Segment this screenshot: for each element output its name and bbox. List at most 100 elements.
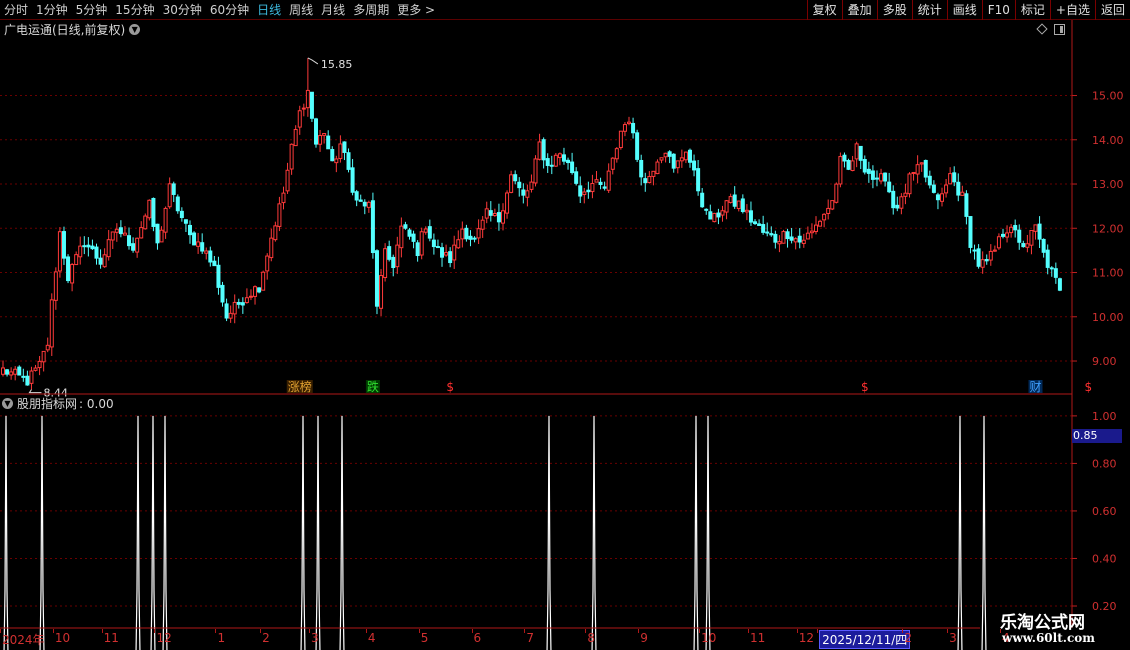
candle-body [1037,223,1042,240]
candle-body [931,184,936,193]
panel-toggle-icon[interactable] [1054,23,1065,35]
candle-body [533,158,538,184]
time-axis-tick [260,629,262,633]
tool-button-1[interactable]: 叠加 [841,0,877,20]
candle-body [777,241,782,245]
candle-body [757,223,762,226]
price-tick-label: 11.00 [1092,267,1124,280]
period-tab-9[interactable]: 多周期 [349,0,393,20]
candle-body [131,243,136,251]
period-tab-10[interactable]: 更多 > [393,0,439,20]
time-axis-tick [699,629,701,633]
candle-body [561,154,566,162]
candle-body [448,251,453,264]
chevron-down-icon[interactable]: ▼ [2,398,13,409]
time-axis-tick [524,629,526,633]
candle-body [419,231,424,256]
candle-body [1021,243,1026,248]
candle-body [240,302,245,306]
period-tab-5[interactable]: 60分钟 [206,0,253,20]
main-price-grid [0,95,1072,362]
candle-body [631,122,636,134]
tool-button-2[interactable]: 多股 [876,0,912,20]
candle-body [1049,267,1054,270]
tool-button-5[interactable]: F10 [981,0,1015,20]
candle-body [362,201,367,207]
candle-body [200,242,205,252]
candle-body [118,227,123,235]
diamond-icon[interactable] [1036,23,1048,35]
candle-body [370,200,375,254]
candle-body [183,219,188,224]
period-tab-0[interactable]: 分时 [0,0,32,20]
price-tick-label: 15.00 [1092,90,1124,103]
candle-body [175,196,180,212]
watermark-title: 乐淘公式网 [1000,613,1085,633]
period-tab-6[interactable]: 日线 [253,0,285,20]
candle-body [171,183,176,195]
low-pointer [28,389,42,394]
indicator-tick-label: 1.00 [1092,410,1117,423]
candle-body [927,175,932,186]
event-marker: $ [446,380,454,394]
candle-body [602,186,607,189]
candle-body [822,213,827,221]
chevron-down-icon[interactable]: ▼ [129,23,141,35]
main-panel-header: 广电运通(日线,前复权) ▼ [4,21,141,37]
tool-button-4[interactable]: 画线 [946,0,982,20]
candle-body [265,255,270,272]
candle-body [627,121,632,125]
time-axis-tick [747,629,749,633]
candle-body [903,192,908,197]
candle-body [671,153,676,169]
candle-body [732,194,737,207]
tool-button-7[interactable]: +自选 [1049,0,1095,20]
candle-body [773,233,778,243]
candle-body [797,235,802,243]
period-tab-4[interactable]: 30分钟 [159,0,206,20]
candle-body [724,200,729,213]
period-tab-8[interactable]: 月线 [317,0,349,20]
candle-body [826,207,831,214]
period-tab-3[interactable]: 15分钟 [111,0,158,20]
candle-body [1,367,5,375]
candle-body [830,200,835,210]
candle-body [566,159,571,164]
candle-body [647,176,652,183]
candle-body [21,375,26,378]
candle-body [244,297,249,304]
candle-body [484,208,489,219]
candle-body [809,230,814,234]
candle-body [468,235,473,240]
tool-button-3[interactable]: 统计 [911,0,947,20]
candle-body [90,245,95,250]
period-tab-1[interactable]: 1分钟 [32,0,72,20]
tool-button-8[interactable]: 返回 [1094,0,1130,20]
candle-body [159,229,164,243]
candle-body [387,246,392,260]
candle-body [143,215,148,230]
time-axis-label: 10 [701,631,717,645]
candle-body [94,246,99,259]
candle-body [643,178,648,184]
candle-body [712,212,717,223]
high-label: 15.85 [321,58,353,71]
candle-body [594,179,599,183]
candle-body [423,228,428,233]
candle-body [192,232,197,246]
period-tab-7[interactable]: 周线 [285,0,317,20]
candle-body [395,244,400,268]
candle-body [66,256,71,282]
indicator-tick-label: 0.60 [1092,505,1117,518]
candle-body [919,162,924,165]
candle-body [196,241,201,247]
candle-body [980,259,985,268]
candle-body [212,260,217,267]
tool-button-6[interactable]: 标记 [1014,0,1050,20]
candle-body [854,143,859,160]
time-axis-tick [215,629,217,633]
period-tab-2[interactable]: 5分钟 [72,0,112,20]
price-axis: 9.00 10.00 11.00 12.00 13.00 14.00 15.00 [1072,90,1124,368]
tool-button-0[interactable]: 复权 [806,0,842,20]
candle-body [49,299,54,348]
